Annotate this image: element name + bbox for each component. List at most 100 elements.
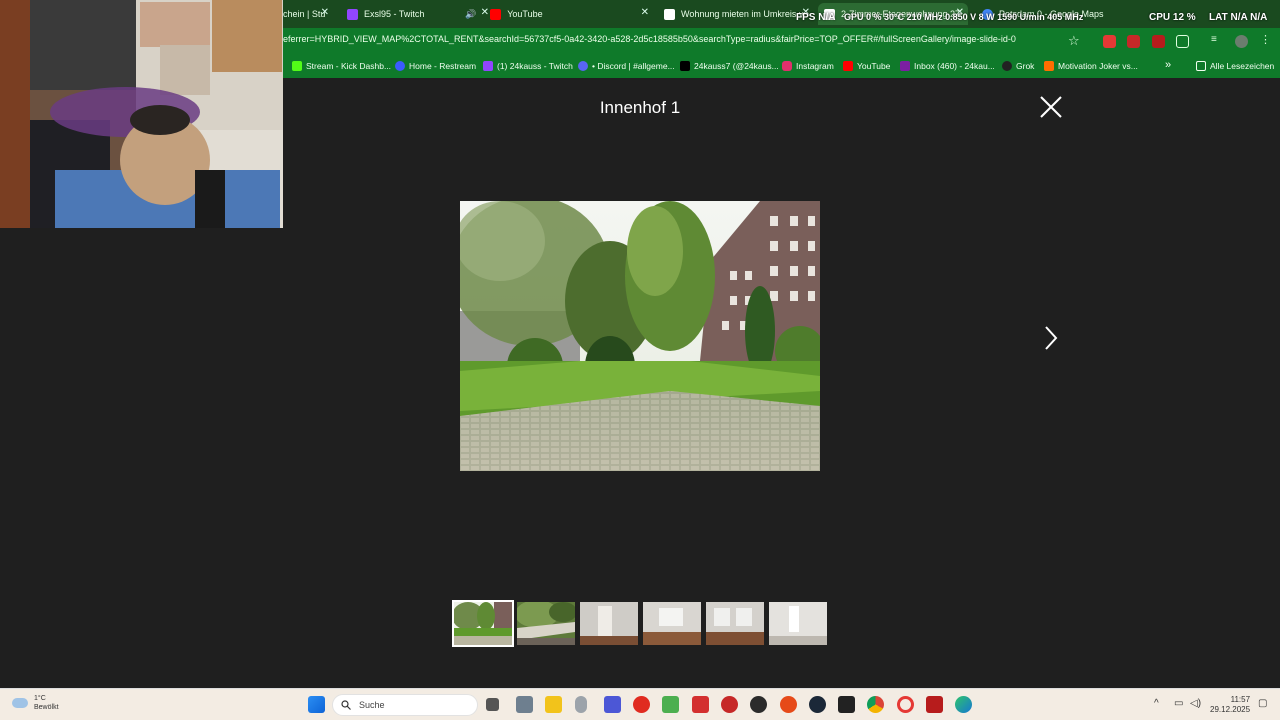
bookmark-label: YouTube [857, 61, 891, 71]
bookmark-motivation[interactable]: Motivation Joker vs... [1044, 61, 1138, 71]
file-explorer-icon[interactable] [545, 696, 562, 713]
tab-label: chein | Stu [283, 9, 326, 19]
webcam-overlay [0, 0, 283, 228]
thumbnail-bedroom[interactable] [706, 602, 764, 645]
windows-start-icon[interactable] [308, 696, 325, 713]
adblock-extension-icon[interactable] [1103, 35, 1116, 48]
red-app-icon[interactable] [926, 696, 943, 713]
tab-close-icon[interactable]: ✕ [641, 7, 649, 18]
bookmark-grok[interactable]: Grok [1002, 61, 1034, 71]
extensions-puzzle-icon[interactable] [1176, 35, 1189, 48]
thumbnail-strip [452, 600, 827, 647]
thumbnail-room-door[interactable] [580, 602, 638, 645]
bookmarks-overflow-button[interactable]: » [1165, 59, 1171, 71]
flame-app-icon[interactable] [633, 696, 650, 713]
tab-label: Wohnung mieten im Umkreis v [681, 9, 804, 19]
calculator-icon[interactable] [516, 696, 533, 713]
edge-icon[interactable] [955, 696, 972, 713]
task-view-icon[interactable] [486, 698, 499, 711]
twitch-icon [347, 8, 358, 20]
bookmark-label: 24kauss7 (@24kaus... [694, 61, 779, 71]
bookmark-label: Inbox (460) - 24kau... [914, 61, 995, 71]
bookmark-youtube[interactable]: YouTube [843, 61, 890, 71]
layers-app-icon[interactable] [662, 696, 679, 713]
taskbar-clock[interactable]: 11:57 29.12.2025 [1210, 695, 1250, 715]
bookmark-label: Stream - Kick Dashb... [306, 61, 392, 71]
bookmark-inbox[interactable]: Inbox (460) - 24kau... [900, 61, 995, 71]
extension-icon[interactable] [1152, 35, 1165, 48]
restream-icon [395, 61, 405, 71]
chrome-icon[interactable] [867, 696, 884, 713]
bookmark-label: Home - Restream [409, 61, 477, 71]
cloud-icon [12, 698, 28, 708]
taskbar-search[interactable]: Suche [332, 694, 478, 716]
media-control-icon[interactable]: ≡ [1211, 34, 1224, 47]
all-bookmarks-button[interactable]: Alle Lesezeichen [1196, 61, 1274, 71]
bookmark-kick[interactable]: Stream - Kick Dashb... [292, 61, 391, 71]
lat-readout: LAT N/A N/A [1209, 12, 1268, 23]
orange-app-icon[interactable] [780, 696, 797, 713]
thumbnail-balcony-view[interactable] [517, 602, 575, 645]
close-gallery-button[interactable] [1038, 94, 1064, 120]
all-bookmarks-label: Alle Lesezeichen [1210, 61, 1275, 71]
tab-partial[interactable]: chein | Stu ✕ [283, 3, 333, 25]
search-icon [341, 700, 351, 710]
network-icon[interactable]: ▭ [1174, 698, 1183, 709]
volume-icon[interactable]: ◁) [1190, 698, 1201, 709]
tab-wohnung[interactable]: Wohnung mieten im Umkreis v ✕ [664, 3, 814, 25]
tab-close-icon[interactable]: ✕ [321, 7, 329, 18]
notification-icon[interactable]: ▢ [1258, 698, 1267, 709]
bookmark-discord[interactable]: • Discord | #allgeme... [578, 61, 675, 71]
bookmark-label: • Discord | #allgeme... [592, 61, 675, 71]
gallery-title: Innenhof 1 [599, 98, 681, 117]
weather-temp: 1°C [34, 695, 46, 702]
instagram-icon [782, 61, 792, 71]
video-icon [1044, 61, 1054, 71]
weather-desc: Bewölkt [34, 704, 59, 711]
windows-taskbar: 1°C Bewölkt Suche ^ ▭ ◁) 11:57 29.12.202… [0, 688, 1280, 720]
bookmark-label: Grok [1016, 61, 1035, 71]
url-text[interactable]: eferrer=HYBRID_VIEW_MAP%2CTOTAL_RENT&sea… [283, 34, 1016, 44]
next-image-button[interactable] [1040, 323, 1062, 353]
kick-icon [292, 61, 302, 71]
thumbnail-courtyard[interactable] [452, 600, 514, 647]
grok-icon [1002, 61, 1012, 71]
clock-time: 11:57 [1230, 695, 1251, 704]
speaker-icon[interactable]: 🔊 [465, 9, 476, 20]
menu-kebab-icon[interactable]: ⋮ [1260, 33, 1273, 46]
close-icon [1040, 96, 1062, 118]
twitch-icon [483, 61, 493, 71]
mail-icon [900, 61, 910, 71]
main-photo-courtyard [460, 201, 820, 471]
extension-icon[interactable] [1127, 35, 1140, 48]
chevron-right-icon [1045, 326, 1058, 350]
youtube-icon [843, 61, 853, 71]
bookmark-restream[interactable]: Home - Restream [395, 61, 476, 71]
thumbnail-bathroom[interactable] [769, 602, 827, 645]
thumbnail-living-room[interactable] [643, 602, 701, 645]
bookmark-star-icon[interactable]: ☆ [1068, 33, 1080, 49]
gpu-readout: GPU 0 % 30°C 210 MHz 0.850 V 8 W 1590 U/… [844, 12, 1084, 22]
search-placeholder: Suche [359, 700, 385, 710]
opera-icon[interactable] [897, 696, 914, 713]
folder-icon [1196, 61, 1206, 71]
red-app-icon[interactable] [692, 696, 709, 713]
bookmark-tiktok[interactable]: 24kauss7 (@24kaus... [680, 61, 779, 71]
bookmark-twitch[interactable]: (1) 24kauss - Twitch [483, 61, 573, 71]
bookmark-label: Motivation Joker vs... [1058, 61, 1138, 71]
profile-avatar[interactable] [1235, 35, 1248, 48]
mouse-icon[interactable] [575, 696, 587, 713]
bookmark-label: Instagram [796, 61, 834, 71]
steam-icon[interactable] [809, 696, 826, 713]
record-app-icon[interactable] [721, 696, 738, 713]
tray-chevron-icon[interactable]: ^ [1154, 698, 1159, 709]
cpu-readout: CPU 12 % [1149, 12, 1196, 23]
immo-icon [664, 8, 675, 20]
obs-icon[interactable] [750, 696, 767, 713]
bookmark-instagram[interactable]: Instagram [782, 61, 834, 71]
tab-youtube[interactable]: 🔊 YouTube ✕ [465, 3, 655, 25]
discord-icon [578, 61, 588, 71]
epic-games-icon[interactable] [838, 696, 855, 713]
v-app-icon[interactable] [604, 696, 621, 713]
weather-widget[interactable]: 1°C Bewölkt [12, 694, 59, 712]
